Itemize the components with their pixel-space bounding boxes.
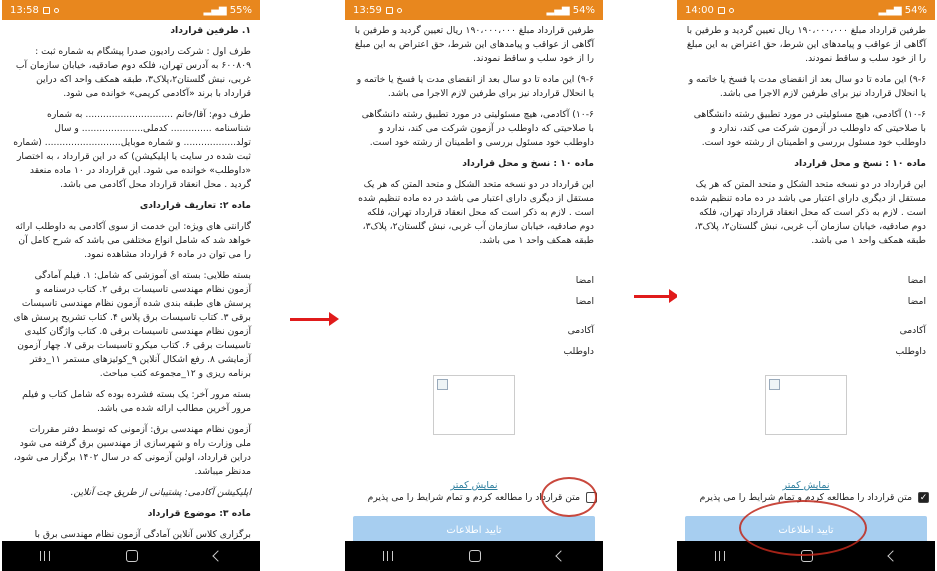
contract-paragraph: گارانتی های ویژه: این خدمت از سوی آکادمی… — [15, 221, 251, 260]
contract-text: ۱. طرفین قرارداد طرف اول : شرکت رادیون ص… — [2, 20, 260, 541]
phone-screen-3: 14:00 ▂▄▆ 54% طرفین قرارداد مبلغ ۱۹۰،۰۰۰… — [677, 0, 935, 571]
signal-icon: ▂▄▆ — [546, 4, 573, 16]
academy-label: آکادمی — [899, 325, 926, 336]
annotation-circle — [541, 477, 597, 517]
candidate-label: داوطلب — [895, 346, 926, 357]
status-time: 13:59 — [353, 4, 382, 16]
status-bar: 13:58 ▂▄▆ 55% — [2, 0, 260, 20]
broken-image-icon — [765, 375, 847, 435]
contract-text: طرفین قرارداد مبلغ ۱۹۰،۰۰۰،۰۰۰ ریال تعیی… — [677, 20, 935, 541]
contract-paragraph: اپلیکیشن آکادمی: پشتیبانی از طریق چت آنل… — [70, 487, 251, 498]
show-less-link[interactable]: نمایش کمتر — [686, 479, 926, 493]
recent-apps-icon[interactable] — [715, 551, 725, 561]
battery-level: 54% — [904, 4, 927, 16]
contract-paragraph: بسته مرور آخر: یک بسته فشرده بوده که شام… — [22, 389, 251, 414]
notification-icon — [717, 6, 725, 14]
contract-paragraph: طرفین قرارداد مبلغ ۱۹۰،۰۰۰،۰۰۰ ریال تعیی… — [686, 25, 926, 64]
contract-paragraph: ۹-۶) این ماده تا دو سال بعد از انقضای مد… — [688, 74, 926, 99]
contract-paragraph: برگزاری کلاس آنلاین آمادگی آزمون نظام مه… — [34, 529, 251, 540]
section-heading: ۱. طرفین قرارداد — [170, 25, 251, 36]
section-heading: ماده ۲: تعاریف قراردادی — [139, 200, 251, 211]
contract-paragraph: ۱۰-۶) آکادمی، هیچ مسئولیتی در مورد تطبیق… — [361, 109, 594, 148]
home-icon[interactable] — [469, 550, 481, 562]
candidate-label: داوطلب — [563, 346, 594, 357]
agree-checkbox[interactable]: ✓ — [918, 492, 929, 503]
signal-icon: ▂▄▆ — [203, 4, 230, 16]
broken-image-icon — [433, 375, 515, 435]
recent-apps-icon[interactable] — [40, 551, 50, 561]
notification-dot-icon — [396, 7, 402, 13]
academy-label: آکادمی — [567, 325, 594, 336]
android-nav-bar — [345, 541, 603, 571]
contract-paragraph: این قرارداد در دو نسخه متحد الشکل و متحد… — [358, 179, 594, 246]
notification-icon — [385, 6, 393, 14]
section-heading: ماده ۱۰ : نسخ و محل قرارداد — [794, 158, 926, 169]
signature-label-1: امضا — [575, 275, 594, 286]
back-icon[interactable] — [555, 550, 567, 562]
signal-icon: ▂▄▆ — [878, 4, 905, 16]
signature-label-2: امضا — [575, 296, 594, 307]
arrow-icon — [634, 289, 679, 303]
contract-paragraph: طرف دوم: آقا/خانم ......................… — [13, 109, 251, 190]
contract-paragraph: بسته طلایی: بسته ای آموزشی که شامل: ۱. ف… — [13, 270, 251, 379]
section-heading: ماده ۳: موضوع قرارداد — [147, 508, 251, 519]
battery-level: 54% — [572, 4, 595, 16]
section-heading: ماده ۱۰ : نسخ و محل قرارداد — [462, 158, 594, 169]
recent-apps-icon[interactable] — [383, 551, 393, 561]
contract-paragraph: ۱۰-۶) آکادمی، هیچ مسئولیتی در مورد تطبیق… — [693, 109, 926, 148]
notification-icon — [42, 6, 50, 14]
contract-paragraph: آزمون نظام مهندسی برق: آزمونی که توسط دف… — [13, 424, 251, 477]
phone-screen-2: 13:59 ▂▄▆ 54% طرفین قرارداد مبلغ ۱۹۰،۰۰۰… — [345, 0, 603, 571]
contract-paragraph: طرف اول : شرکت رادیون صدرا پیشگام به شما… — [15, 46, 251, 99]
annotation-circle — [739, 500, 867, 556]
status-time: 13:58 — [10, 4, 39, 16]
signature-label-2: امضا — [907, 296, 926, 307]
signature-label-1: امضا — [907, 275, 926, 286]
back-icon[interactable] — [212, 550, 224, 562]
android-nav-bar — [2, 541, 260, 571]
notification-dot-icon — [728, 7, 734, 13]
home-icon[interactable] — [126, 550, 138, 562]
contract-paragraph: طرفین قرارداد مبلغ ۱۹۰،۰۰۰،۰۰۰ ریال تعیی… — [354, 25, 594, 64]
status-time: 14:00 — [685, 4, 714, 16]
battery-level: 55% — [229, 4, 252, 16]
status-bar: 14:00 ▂▄▆ 54% — [677, 0, 935, 20]
phone-screen-1: 13:58 ▂▄▆ 55% ۱. طرفین قرارداد طرف اول :… — [2, 0, 260, 571]
back-icon[interactable] — [887, 550, 899, 562]
confirm-button[interactable]: تایید اطلاعات — [353, 516, 595, 544]
arrow-icon — [290, 312, 339, 326]
notification-dot-icon — [53, 7, 59, 13]
contract-paragraph: این قرارداد در دو نسخه متحد الشکل و متحد… — [690, 179, 926, 246]
contract-paragraph: ۹-۶) این ماده تا دو سال بعد از انقضای مد… — [356, 74, 594, 99]
status-bar: 13:59 ▂▄▆ 54% — [345, 0, 603, 20]
contract-text: طرفین قرارداد مبلغ ۱۹۰،۰۰۰،۰۰۰ ریال تعیی… — [345, 20, 603, 541]
